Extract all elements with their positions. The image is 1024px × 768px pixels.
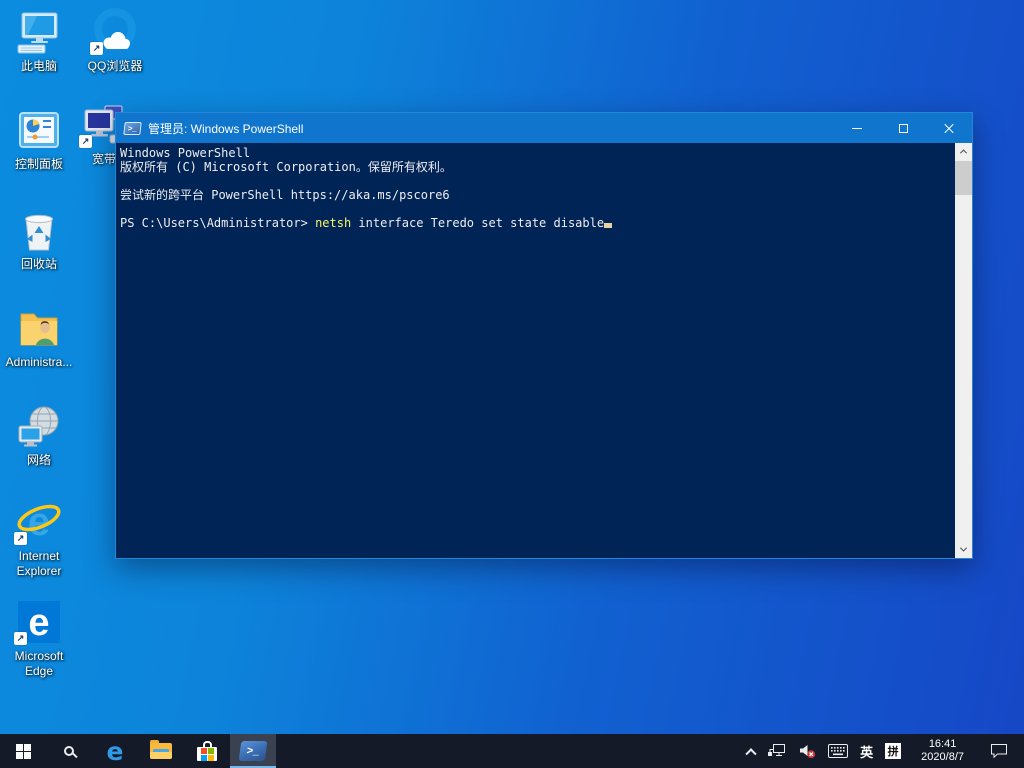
taskbar: e >_ xyxy=(0,734,1024,768)
ime-pinyin-indicator: 拼 xyxy=(885,743,901,759)
shortcut-arrow-icon: ↗ xyxy=(79,135,92,148)
desktop-icon-network[interactable]: 网络 xyxy=(1,402,77,468)
terminal-line: Windows PowerShell xyxy=(120,146,950,160)
desktop-icon-user-folder[interactable]: Administra... xyxy=(1,304,77,370)
tray-overflow-button[interactable] xyxy=(741,734,761,768)
tray-touch-keyboard-button[interactable] xyxy=(822,734,854,768)
tray-network-button[interactable] xyxy=(761,734,792,768)
tray-clock-button[interactable]: 16:41 2020/8/7 xyxy=(907,734,978,768)
taskbar-powershell-button[interactable]: >_ xyxy=(230,734,276,768)
touch-keyboard-icon xyxy=(828,744,848,758)
tray-ime-mode-button[interactable]: 英 xyxy=(854,734,879,768)
terminal-prompt: PS C:\Users\Administrator> xyxy=(120,216,315,230)
minimize-button[interactable] xyxy=(834,113,880,143)
desktop-icon-label: 宽带 xyxy=(92,152,116,167)
scroll-down-button[interactable] xyxy=(955,541,972,558)
taskbar-file-explorer-button[interactable] xyxy=(138,734,184,768)
recycle-bin-icon xyxy=(15,206,63,254)
tray-ime-pinyin-button[interactable]: 拼 xyxy=(879,734,907,768)
user-folder-icon xyxy=(15,304,63,352)
network-icon xyxy=(15,402,63,450)
desktop-icon-label: 此电脑 xyxy=(21,59,57,74)
control-panel-icon xyxy=(15,106,63,154)
window-titlebar[interactable]: >_ 管理员: Windows PowerShell xyxy=(116,113,972,143)
terminal-scrollbar[interactable] xyxy=(955,143,972,558)
close-button[interactable] xyxy=(926,113,972,143)
chevron-up-icon xyxy=(960,149,967,156)
scrollbar-thumb[interactable] xyxy=(955,161,972,195)
powershell-icon: >_ xyxy=(239,741,268,761)
desktop-icon-internet-explorer[interactable]: e ↗ Internet Explorer xyxy=(1,498,77,579)
terminal-cursor xyxy=(604,223,612,228)
shortcut-arrow-icon: ↗ xyxy=(14,632,27,645)
desktop-icon-label: 控制面板 xyxy=(15,157,63,172)
desktop-icon-label: Administra... xyxy=(6,355,73,370)
desktop-icon-this-pc[interactable]: 此电脑 xyxy=(1,8,77,74)
search-icon xyxy=(64,746,74,756)
powershell-window: >_ 管理员: Windows PowerShell Windows Power… xyxy=(115,112,973,559)
powershell-window-icon[interactable]: >_ xyxy=(123,122,141,135)
internet-explorer-icon: e ↗ xyxy=(15,498,63,546)
minimize-icon xyxy=(852,128,862,129)
terminal-prompt-line: PS C:\Users\Administrator> netsh interfa… xyxy=(120,216,950,230)
volume-muted-icon xyxy=(798,743,816,759)
chevron-down-icon xyxy=(960,545,967,552)
desktop-icon-label: QQ浏览器 xyxy=(88,59,143,74)
action-center-button[interactable] xyxy=(978,734,1020,768)
clock-time: 16:41 xyxy=(921,738,964,751)
ime-latin-indicator: 英 xyxy=(860,742,873,761)
clock: 16:41 2020/8/7 xyxy=(913,738,972,764)
maximize-icon xyxy=(899,124,908,133)
file-explorer-icon xyxy=(150,743,172,759)
terminal-line xyxy=(120,202,950,216)
this-pc-icon xyxy=(15,8,63,56)
chevron-up-icon xyxy=(745,748,756,759)
desktop-icon-label: 回收站 xyxy=(21,257,57,272)
svg-text:e: e xyxy=(28,602,49,644)
terminal-line: 尝试新的跨平台 PowerShell https://aka.ms/pscore… xyxy=(120,188,950,202)
terminal-command: netsh xyxy=(315,216,351,230)
desktop-icon-label: Internet Explorer xyxy=(1,549,77,579)
windows-logo-icon xyxy=(16,744,31,759)
desktop-icon-microsoft-edge[interactable]: e ↗ Microsoft Edge xyxy=(1,598,77,679)
action-center-icon xyxy=(990,743,1008,759)
desktop-icon-recycle-bin[interactable]: 回收站 xyxy=(1,206,77,272)
terminal-line: 版权所有 (C) Microsoft Corporation。保留所有权利。 xyxy=(120,160,950,174)
system-tray: 英 拼 16:41 2020/8/7 xyxy=(741,734,1024,768)
search-button[interactable] xyxy=(46,734,92,768)
desktop-icon-label: Microsoft Edge xyxy=(1,649,77,679)
clock-date: 2020/8/7 xyxy=(921,751,964,764)
qq-browser-icon: ↗ xyxy=(91,8,139,56)
microsoft-store-icon xyxy=(197,741,217,761)
shortcut-arrow-icon: ↗ xyxy=(14,532,27,545)
close-icon xyxy=(943,122,955,134)
terminal-args: interface Teredo set state disable xyxy=(351,216,604,230)
window-title: 管理员: Windows PowerShell xyxy=(148,120,834,137)
scroll-up-button[interactable] xyxy=(955,143,972,160)
taskbar-edge-button[interactable]: e xyxy=(92,734,138,768)
terminal-line xyxy=(120,174,950,188)
shortcut-arrow-icon: ↗ xyxy=(90,42,103,55)
taskbar-store-button[interactable] xyxy=(184,734,230,768)
start-button[interactable] xyxy=(0,734,46,768)
powershell-terminal[interactable]: Windows PowerShell 版权所有 (C) Microsoft Co… xyxy=(116,143,972,558)
microsoft-edge-icon: e ↗ xyxy=(15,598,63,646)
desktop-icon-label: 网络 xyxy=(27,453,51,468)
maximize-button[interactable] xyxy=(880,113,926,143)
desktop-surface[interactable]: 此电脑 ↗ QQ浏览器 xyxy=(0,0,1024,768)
desktop-icon-qq-browser[interactable]: ↗ QQ浏览器 xyxy=(77,8,153,74)
tray-volume-button[interactable] xyxy=(792,734,822,768)
edge-icon: e xyxy=(107,739,124,764)
network-status-icon xyxy=(767,743,786,759)
